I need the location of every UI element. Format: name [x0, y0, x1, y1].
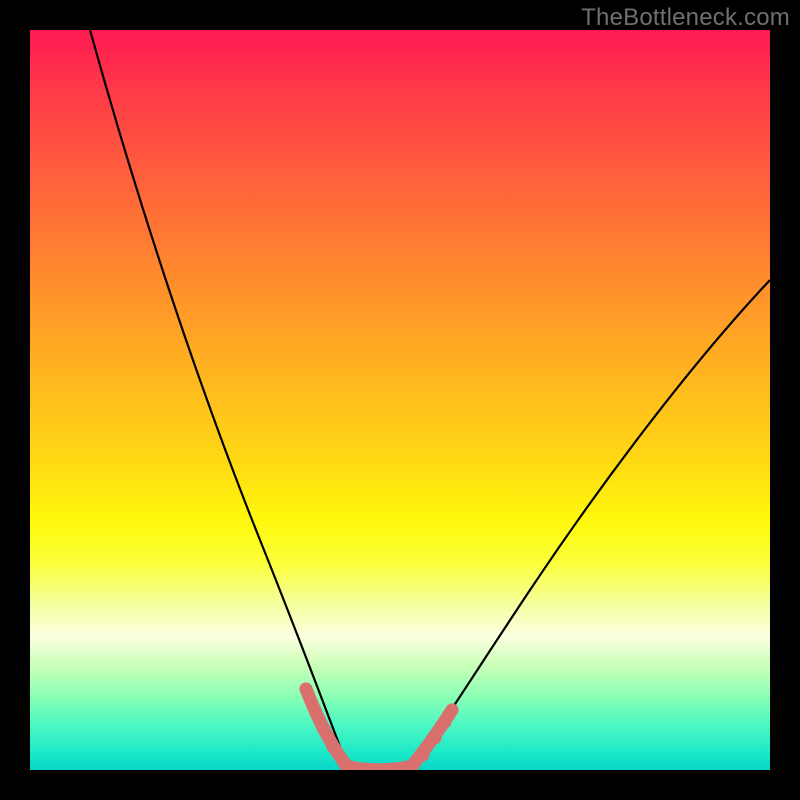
curve-layer	[30, 30, 770, 770]
highlight-dot	[318, 724, 331, 737]
highlight-dot	[309, 704, 322, 717]
highlight-dot	[439, 716, 452, 729]
highlight-dot	[327, 741, 340, 754]
highlight-dot	[300, 683, 313, 696]
outer-frame: TheBottleneck.com	[0, 0, 800, 800]
highlight-dot	[429, 732, 442, 745]
highlight-dot	[417, 749, 430, 762]
left-curve	[90, 30, 348, 768]
highlight-dot	[446, 704, 459, 717]
watermark-text: TheBottleneck.com	[581, 4, 790, 32]
highlight-dot	[337, 755, 350, 768]
right-curve	[410, 280, 770, 768]
